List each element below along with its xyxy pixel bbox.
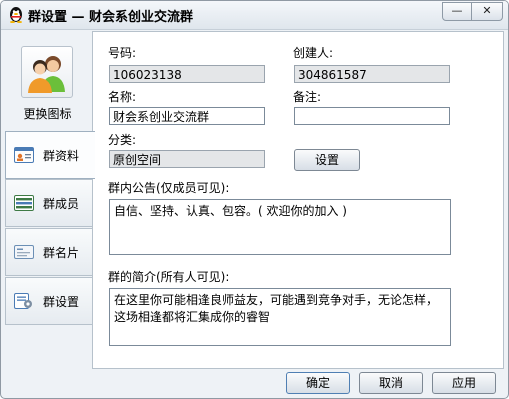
qq-penguin-icon	[10, 7, 22, 23]
window-title: 群设置 — 财会系创业交流群	[28, 10, 194, 25]
note-label: 备注:	[293, 90, 322, 104]
sidebar-item-group-settings[interactable]: 群设置	[5, 277, 93, 325]
close-icon: ✕	[482, 4, 492, 17]
sidebar-item-group-card[interactable]: 群名片	[5, 228, 93, 276]
group-profile-icon	[14, 147, 34, 163]
minimize-button[interactable]: —	[442, 2, 472, 21]
sidebar-item-group-profile[interactable]: 群资料	[5, 131, 95, 179]
category-settings-button[interactable]: 设置	[294, 149, 360, 171]
title-bar[interactable]: 群设置 — 财会系创业交流群 — ✕	[1, 1, 508, 30]
number-label: 号码:	[108, 46, 137, 60]
category-field[interactable]: 原创空间	[109, 150, 265, 168]
intro-label: 群的简介(所有人可见):	[108, 270, 230, 284]
announcement-label: 群内公告(仅成员可见):	[108, 181, 230, 195]
intro-textarea[interactable]: 在这里你可能相逢良师益友，可能遇到竞争对手，无论怎样，这场相逢都将汇集成你的睿智	[109, 288, 451, 346]
category-label: 分类:	[108, 133, 137, 147]
group-card-icon	[14, 245, 34, 259]
ok-button[interactable]: 确定	[286, 372, 350, 394]
note-input[interactable]	[294, 107, 450, 125]
cancel-button[interactable]: 取消	[359, 372, 423, 394]
group-settings-window: 群设置 — 财会系创业交流群 — ✕ 更换图标 群资料 群成员 群名片 群设置 …	[0, 0, 509, 399]
group-profile-panel: 号码: 106023138 创建人: 304861587 名称: 财会系创业交流…	[92, 31, 504, 369]
creator-label: 创建人:	[293, 46, 334, 60]
group-name-input[interactable]: 财会系创业交流群	[109, 107, 265, 125]
close-button[interactable]: ✕	[472, 2, 503, 21]
sidebar-item-label: 群名片	[43, 246, 80, 260]
creator-field[interactable]: 304861587	[294, 65, 450, 83]
announcement-textarea[interactable]: 自信、坚持、认真、包容。( 欢迎你的加入 )	[109, 199, 451, 255]
sidebar: 更换图标 群资料 群成员 群名片 群设置	[3, 31, 95, 367]
group-number-field[interactable]: 106023138	[109, 65, 265, 83]
group-avatar[interactable]	[21, 46, 73, 98]
change-icon-link[interactable]: 更换图标	[3, 105, 92, 122]
sidebar-item-label: 群设置	[43, 295, 80, 309]
group-people-icon	[28, 56, 65, 93]
sidebar-item-label: 群资料	[43, 149, 80, 163]
sidebar-item-label: 群成员	[43, 197, 80, 211]
sidebar-item-group-members[interactable]: 群成员	[5, 179, 93, 227]
group-settings-icon	[14, 293, 32, 309]
minimize-icon: —	[451, 4, 463, 17]
dialog-footer: 确定 取消 应用	[1, 368, 508, 398]
apply-button[interactable]: 应用	[432, 372, 496, 394]
group-members-icon	[14, 195, 34, 211]
name-label: 名称:	[108, 90, 137, 104]
